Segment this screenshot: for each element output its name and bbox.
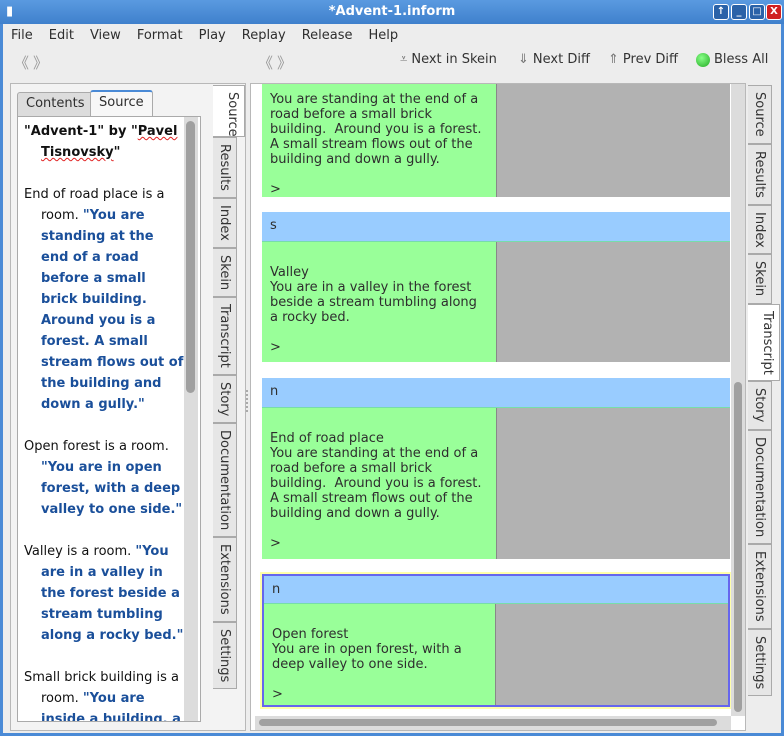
next-in-skein-label: Next in Skein [411, 52, 497, 67]
side-tab-source[interactable]: Source [213, 85, 245, 137]
transcript-entry[interactable]: n End of road place You are standing at … [262, 378, 730, 559]
left-nav: 《 》 [14, 52, 48, 73]
author-last: Tisnovsky [41, 145, 114, 160]
right-side-tabs: Source Results Index Skein Transcript St… [748, 85, 780, 696]
side-tab-results[interactable]: Results [213, 137, 237, 198]
back-icon[interactable]: 《 [14, 52, 29, 73]
side-tab-results[interactable]: Results [748, 143, 772, 205]
expected-output [496, 408, 730, 559]
transcript-command: n [262, 378, 730, 408]
source-paragraph: Open forest is a room. "You are in open … [24, 436, 184, 520]
next-diff-label: Next Diff [532, 52, 590, 67]
menu-play[interactable]: Play [191, 24, 234, 46]
window-title: *Advent-1.inform [328, 4, 456, 19]
maximize-button[interactable]: □ [749, 4, 765, 20]
minimize-button[interactable]: _ [731, 4, 747, 20]
side-tab-documentation[interactable]: Documentation [748, 429, 772, 544]
tab-contents[interactable]: Contents [17, 92, 94, 116]
menu-help[interactable]: Help [361, 24, 407, 46]
side-tab-source[interactable]: Source [748, 85, 772, 144]
left-side-tabs: Source Results Index Skein Transcript St… [213, 85, 245, 690]
bless-all-button[interactable]: Bless All [696, 52, 768, 67]
transcript-entry[interactable]: You are standing at the end of a road be… [262, 84, 730, 197]
side-tab-index[interactable]: Index [748, 204, 772, 255]
scrollbar-thumb[interactable] [734, 382, 742, 712]
transcript-vscrollbar[interactable] [731, 84, 745, 716]
transcript-output: You are standing at the end of a road be… [262, 84, 496, 197]
side-tab-transcript[interactable]: Transcript [213, 296, 237, 375]
forward-icon[interactable]: 》 [277, 52, 292, 73]
title-text: "Advent-1" by " [24, 124, 138, 139]
up-diff-icon: ⇑ [608, 52, 619, 67]
transcript-output: Valley You are in a valley in the forest… [262, 242, 496, 362]
source-scrollbar[interactable] [184, 117, 198, 721]
expected-output [495, 604, 728, 705]
side-tab-story[interactable]: Story [748, 381, 772, 430]
source-editor[interactable]: "Advent-1" by "Pavel Tisnovsky" End of r… [17, 116, 201, 722]
transcript-hscrollbar[interactable] [255, 716, 731, 730]
scrollbar-thumb[interactable] [259, 719, 717, 726]
menu-view[interactable]: View [82, 24, 129, 46]
pane-divider-handle[interactable] [246, 390, 248, 412]
side-tab-settings[interactable]: Settings [213, 621, 237, 690]
back-icon[interactable]: 《 [258, 52, 273, 73]
quote-close: " [113, 145, 121, 160]
next-in-skein-button[interactable]: ⩡ Next in Skein [400, 52, 497, 67]
title-bar: ▮ *Advent-1.inform ↑ _ □ X [0, 0, 784, 24]
side-tab-skein[interactable]: Skein [213, 247, 237, 297]
side-tab-index[interactable]: Index [213, 197, 237, 248]
transcript-entry-selected[interactable]: n Open forest You are in open forest, wi… [260, 572, 732, 709]
down-diff-icon: ⇓ [518, 52, 529, 67]
side-tab-transcript[interactable]: Transcript [748, 303, 780, 382]
skein-icon: ⩡ [400, 52, 408, 67]
side-tab-skein[interactable]: Skein [748, 254, 772, 304]
next-diff-button[interactable]: ⇓ Next Diff [518, 52, 590, 67]
source-paragraph: Small brick building is a room. "You are… [24, 667, 184, 721]
transcript-command: n [264, 576, 728, 604]
code-text: Valley is a room. [24, 544, 136, 559]
forward-icon[interactable]: 》 [33, 52, 48, 73]
transcript-entry[interactable]: s Valley You are in a valley in the fore… [262, 212, 730, 362]
source-paragraph: End of road place is a room. "You are st… [24, 184, 184, 415]
side-tab-documentation[interactable]: Documentation [213, 423, 237, 538]
source-paragraph: Valley is a room. "You are in a valley i… [24, 541, 184, 646]
prev-diff-button[interactable]: ⇑ Prev Diff [608, 52, 678, 67]
side-tab-extensions[interactable]: Extensions [213, 537, 237, 622]
green-light-icon [696, 52, 710, 67]
bless-all-label: Bless All [714, 52, 769, 67]
code-text: Open forest is a room. [24, 439, 169, 454]
side-tab-extensions[interactable]: Extensions [748, 543, 772, 629]
shade-button[interactable]: ↑ [713, 4, 729, 20]
menu-edit[interactable]: Edit [41, 24, 82, 46]
menu-bar: File Edit View Format Play Replay Releas… [3, 24, 406, 46]
tab-source[interactable]: Source [90, 90, 153, 117]
app-icon: ▮ [6, 4, 14, 19]
quoted-text: "You are standing at the end of a road b… [41, 208, 184, 412]
menu-replay[interactable]: Replay [234, 24, 294, 46]
side-tab-story[interactable]: Story [213, 374, 237, 424]
transcript-output: End of road place You are standing at th… [262, 408, 496, 559]
transcript-output: Open forest You are in open forest, with… [264, 604, 495, 705]
menu-file[interactable]: File [3, 24, 41, 46]
prev-diff-label: Prev Diff [622, 52, 678, 67]
close-button[interactable]: X [766, 4, 782, 20]
expected-output [496, 84, 730, 197]
right-nav: 《 》 [258, 52, 292, 73]
menu-format[interactable]: Format [129, 24, 191, 46]
menu-release[interactable]: Release [294, 24, 361, 46]
transcript-command: s [262, 212, 730, 242]
side-tab-settings[interactable]: Settings [748, 628, 772, 696]
scrollbar-thumb[interactable] [186, 121, 195, 393]
expected-output [496, 242, 730, 362]
quoted-text: "You are in open forest, with a deep val… [41, 460, 183, 517]
author-first: Pavel [137, 124, 178, 139]
